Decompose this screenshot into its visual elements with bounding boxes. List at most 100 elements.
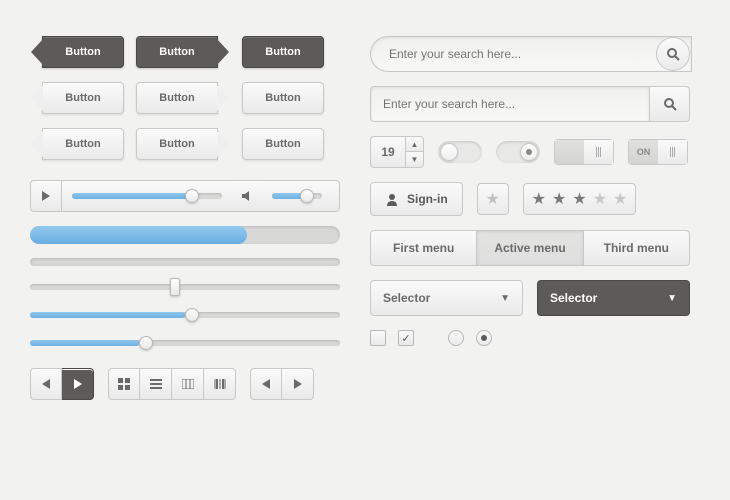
button-light-arrow-right-2[interactable]: Button	[136, 128, 218, 160]
progress-bar-1	[30, 226, 340, 244]
radio-checked[interactable]	[476, 330, 492, 346]
star-icon: ★	[532, 189, 546, 209]
button-light-arrow-right[interactable]: Button	[136, 82, 218, 114]
button-dark-arrow-left[interactable]: Button	[42, 36, 124, 68]
button-label: Button	[65, 92, 100, 104]
selectors-row: Selector ▼ Selector ▼	[370, 280, 690, 316]
star-icon: ★	[613, 189, 627, 209]
search-icon	[666, 47, 680, 61]
nav-group-1	[30, 368, 94, 400]
button-row-1: Button Button Button	[30, 36, 340, 68]
barcode-view-button[interactable]	[204, 368, 236, 400]
play-button-2[interactable]	[62, 368, 94, 400]
tab-third[interactable]: Third menu	[584, 230, 690, 266]
button-label: Button	[265, 92, 300, 104]
star-icon: ★	[572, 189, 586, 209]
volume-track[interactable]	[264, 180, 340, 212]
next-button-2[interactable]	[282, 368, 314, 400]
toggle-on-label: ON	[629, 140, 658, 164]
prev-button-2[interactable]	[250, 368, 282, 400]
tab-first[interactable]: First menu	[370, 230, 477, 266]
button-label: Button	[65, 138, 100, 150]
triangle-right-icon	[294, 379, 302, 389]
button-light-rect[interactable]: Button	[242, 82, 324, 114]
list-icon	[150, 379, 162, 389]
speaker-icon	[242, 191, 254, 201]
column-view-button[interactable]	[172, 368, 204, 400]
toggle-round-1[interactable]	[438, 141, 482, 163]
grid-icon	[118, 378, 130, 390]
nav-controls	[30, 368, 340, 400]
progress-bar-2	[30, 258, 340, 266]
view-group	[108, 368, 236, 400]
selector-light[interactable]: Selector ▼	[370, 280, 523, 316]
triangle-left-icon	[42, 379, 50, 389]
star-icon: ★	[593, 189, 607, 209]
search-rect	[370, 86, 690, 122]
prev-button[interactable]	[30, 368, 62, 400]
tab-label: First menu	[393, 241, 454, 255]
button-dark-arrow-right[interactable]: Button	[136, 36, 218, 68]
tabs: First menu Active menu Third menu	[370, 230, 690, 266]
button-light-arrow-left[interactable]: Button	[42, 82, 124, 114]
signin-label: Sign-in	[407, 192, 448, 206]
checkbox-checked[interactable]: ✓	[398, 330, 414, 346]
tab-label: Active menu	[494, 241, 565, 255]
selector-label: Selector	[383, 291, 430, 305]
button-light-rect-2[interactable]: Button	[242, 128, 324, 160]
stepper-up[interactable]: ▲	[406, 136, 424, 152]
star-icon: ★	[552, 189, 566, 209]
button-dark-rect[interactable]: Button	[242, 36, 324, 68]
slider-1[interactable]	[30, 284, 340, 290]
chevron-down-icon: ▼	[500, 293, 510, 304]
checkbox-unchecked[interactable]	[370, 330, 386, 346]
search-rounded	[370, 36, 690, 72]
triangle-right-icon	[74, 379, 82, 389]
search-input-rect[interactable]	[370, 86, 650, 122]
radio-unchecked[interactable]	[448, 330, 464, 346]
stepper-value: 19	[370, 136, 406, 168]
form-controls-row: ✓	[370, 330, 690, 346]
button-light-arrow-left-2[interactable]: Button	[42, 128, 124, 160]
button-label: Button	[265, 138, 300, 150]
button-label: Button	[159, 138, 194, 150]
number-stepper: 19 ▲ ▼	[370, 136, 424, 168]
grid-view-button[interactable]	[108, 368, 140, 400]
slider-3[interactable]	[30, 340, 340, 346]
button-row-3: Button Button Button	[30, 128, 340, 160]
columns-icon	[182, 379, 194, 389]
search-button-rect[interactable]	[650, 86, 690, 122]
star-rating[interactable]: ★ ★ ★ ★ ★	[523, 183, 637, 215]
play-icon	[41, 191, 51, 201]
button-row-2: Button Button Button	[30, 82, 340, 114]
toggle-round-2[interactable]	[496, 141, 540, 163]
button-label: Button	[65, 46, 100, 58]
tab-label: Third menu	[604, 241, 669, 255]
chevron-down-icon: ▼	[667, 293, 677, 304]
star-single[interactable]: ★	[477, 183, 509, 215]
volume-button[interactable]	[232, 180, 264, 212]
signin-rating-row: Sign-in ★ ★ ★ ★ ★ ★	[370, 182, 690, 216]
search-icon	[663, 97, 677, 111]
nav-group-2	[250, 368, 314, 400]
user-icon	[385, 192, 399, 206]
selector-dark[interactable]: Selector ▼	[537, 280, 690, 316]
triangle-left-icon	[262, 379, 270, 389]
button-label: Button	[265, 46, 300, 58]
stepper-down[interactable]: ▼	[406, 152, 424, 168]
button-label: Button	[159, 46, 194, 58]
controls-row: 19 ▲ ▼ ON	[370, 136, 690, 168]
toggle-square-2[interactable]: ON	[628, 139, 688, 165]
signin-button[interactable]: Sign-in	[370, 182, 463, 216]
tab-active[interactable]: Active menu	[477, 230, 583, 266]
seek-track[interactable]	[62, 180, 232, 212]
search-input-rounded[interactable]	[370, 36, 692, 72]
slider-2[interactable]	[30, 312, 340, 318]
barcode-icon	[214, 379, 226, 389]
play-button[interactable]	[30, 180, 62, 212]
search-button-rounded[interactable]	[656, 37, 690, 71]
toggle-square-1[interactable]	[554, 139, 614, 165]
button-label: Button	[159, 92, 194, 104]
list-view-button[interactable]	[140, 368, 172, 400]
selector-label: Selector	[550, 291, 597, 305]
